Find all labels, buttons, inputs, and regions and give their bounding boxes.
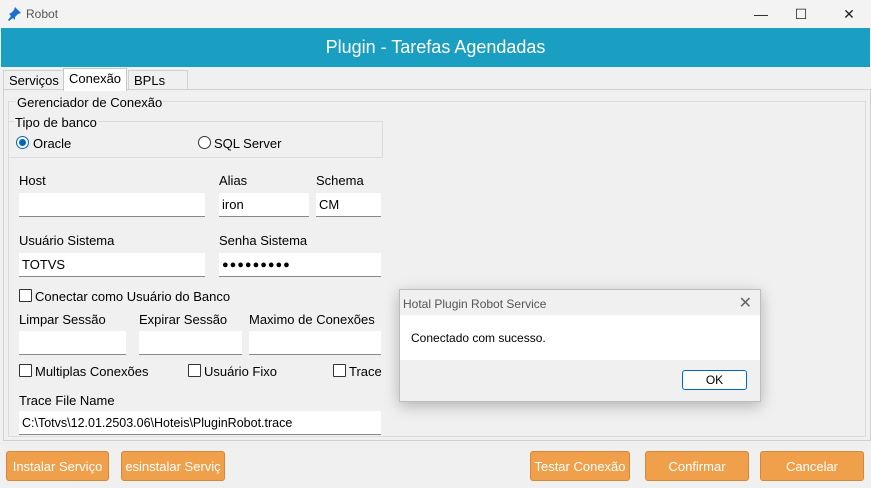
multiple-connections-checkbox[interactable] [19, 364, 32, 377]
dialog-message: Conectado com sucesso. [411, 331, 546, 345]
schema-input[interactable] [316, 193, 381, 217]
clear-session-label: Limpar Sessão [19, 312, 106, 327]
alias-label: Alias [219, 173, 248, 188]
test-connection-label: Testar Conexão [534, 458, 626, 474]
title-bar: Robot — ☐ ✕ [0, 0, 871, 28]
expire-session-input[interactable] [139, 331, 242, 355]
install-service-button[interactable]: Instalar Serviço [6, 451, 109, 481]
minimize-icon: — [754, 6, 768, 22]
user-input[interactable] [19, 253, 205, 277]
oracle-label: Oracle [33, 136, 72, 151]
uninstall-service-label: esinstalar Serviç [125, 458, 221, 474]
connect-as-db-user-checkbox[interactable] [19, 289, 32, 302]
db-type-title: Tipo de banco [14, 115, 98, 130]
cancel-label: Cancelar [785, 458, 839, 474]
close-icon: ✕ [843, 5, 855, 22]
confirm-label: Confirmar [668, 458, 726, 474]
dialog-ok-button[interactable]: OK [682, 370, 747, 390]
multiple-connections-label: Multiplas Conexões [35, 364, 149, 379]
fixed-user-label: Usuário Fixo [204, 364, 277, 379]
connection-manager-title: Gerenciador de Conexão [16, 95, 164, 110]
trace-checkbox[interactable] [333, 364, 346, 377]
dialog-title: Hotal Plugin Robot Service [403, 297, 547, 311]
tab-label: Serviços [9, 73, 59, 88]
clear-session-input[interactable] [19, 331, 126, 355]
oracle-radio[interactable] [16, 136, 29, 149]
fixed-user-checkbox[interactable] [188, 364, 201, 377]
close-button[interactable]: ✕ [827, 0, 871, 28]
tab-conexao[interactable]: Conexão [63, 68, 128, 91]
max-connections-label: Maximo de Conexões [249, 312, 375, 327]
maximize-button[interactable]: ☐ [779, 0, 823, 28]
pin-icon [8, 7, 21, 21]
expire-session-label: Expirar Sessão [139, 312, 228, 327]
dialog-ok-label: OK [705, 373, 724, 387]
schema-label: Schema [316, 173, 364, 188]
password-input[interactable] [219, 253, 381, 277]
user-label: Usuário Sistema [19, 233, 115, 248]
host-input[interactable] [19, 193, 205, 217]
header-banner: Plugin - Tarefas Agendadas [1, 28, 870, 67]
tab-bpls[interactable]: BPLs com Registro [128, 70, 189, 128]
test-connection-button[interactable]: Testar Conexão [530, 451, 630, 481]
tab-servicos[interactable]: Serviços [3, 70, 65, 91]
trace-label: Trace [349, 364, 382, 379]
connect-as-db-user-label: Conectar como Usuário do Banco [35, 289, 231, 304]
window-title: Robot [26, 7, 59, 21]
message-dialog: Hotal Plugin Robot Service ✕ Conectado c… [399, 289, 761, 402]
trace-file-input[interactable] [19, 411, 381, 435]
alias-input[interactable] [219, 193, 309, 217]
confirm-button[interactable]: Confirmar [645, 451, 749, 481]
sqlserver-label: SQL Server [214, 136, 282, 151]
banner-title: Plugin - Tarefas Agendadas [325, 37, 546, 57]
max-connections-input[interactable] [249, 331, 381, 355]
sqlserver-radio[interactable] [198, 136, 211, 149]
trace-file-label: Trace File Name [19, 393, 115, 408]
install-service-label: Instalar Serviço [12, 458, 103, 474]
cancel-button[interactable]: Cancelar [760, 451, 864, 481]
password-label: Senha Sistema [219, 233, 308, 248]
uninstall-service-button[interactable]: esinstalar Serviç [121, 451, 225, 481]
dialog-close-icon[interactable]: ✕ [739, 293, 752, 313]
tab-label: Conexão [69, 71, 122, 86]
host-label: Host [19, 173, 46, 188]
minimize-button[interactable]: — [739, 0, 783, 28]
maximize-icon: ☐ [794, 5, 808, 22]
dialog-body: Conectado com sucesso. [400, 315, 760, 360]
